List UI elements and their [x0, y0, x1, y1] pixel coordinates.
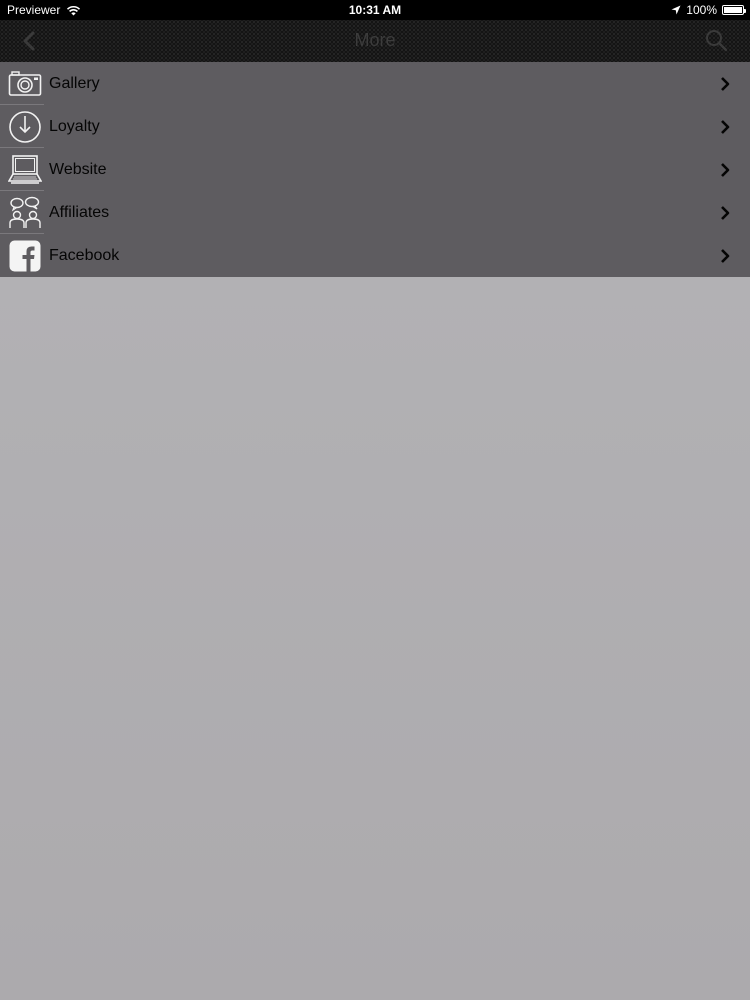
content-area [0, 277, 750, 1000]
battery-icon [722, 5, 746, 15]
battery-fill [724, 7, 742, 13]
status-bar: Previewer 10:31 AM 100% [0, 0, 750, 20]
menu-item-website[interactable]: Website [0, 148, 750, 191]
status-right: 100% [671, 3, 746, 17]
camera-icon [8, 67, 42, 101]
location-arrow-icon [671, 5, 681, 15]
menu-item-label: Gallery [49, 74, 100, 92]
menu-item-label: Website [49, 160, 107, 178]
more-menu-list: Gallery Loyalty Website Affiliates Faceb… [0, 62, 750, 277]
menu-item-gallery[interactable]: Gallery [0, 62, 750, 105]
chevron-right-icon [721, 163, 730, 177]
menu-item-affiliates[interactable]: Affiliates [0, 191, 750, 234]
menu-item-label: Loyalty [49, 117, 100, 135]
menu-item-loyalty[interactable]: Loyalty [0, 105, 750, 148]
navigation-bar: More [0, 20, 750, 62]
facebook-icon [8, 239, 42, 273]
search-icon[interactable] [704, 28, 728, 52]
chevron-right-icon [721, 77, 730, 91]
page-title: More [354, 30, 396, 50]
menu-item-label: Affiliates [49, 203, 110, 221]
chevron-right-icon [721, 249, 730, 263]
status-time: 10:31 AM [348, 3, 402, 17]
chevron-right-icon [721, 206, 730, 220]
menu-item-facebook[interactable]: Facebook [0, 234, 750, 277]
battery-percent: 100% [686, 3, 717, 17]
people-chat-icon [8, 196, 42, 230]
laptop-icon [8, 153, 42, 187]
menu-item-label: Facebook [49, 246, 120, 264]
chevron-right-icon [721, 120, 730, 134]
clock-arrow-icon [8, 110, 42, 144]
